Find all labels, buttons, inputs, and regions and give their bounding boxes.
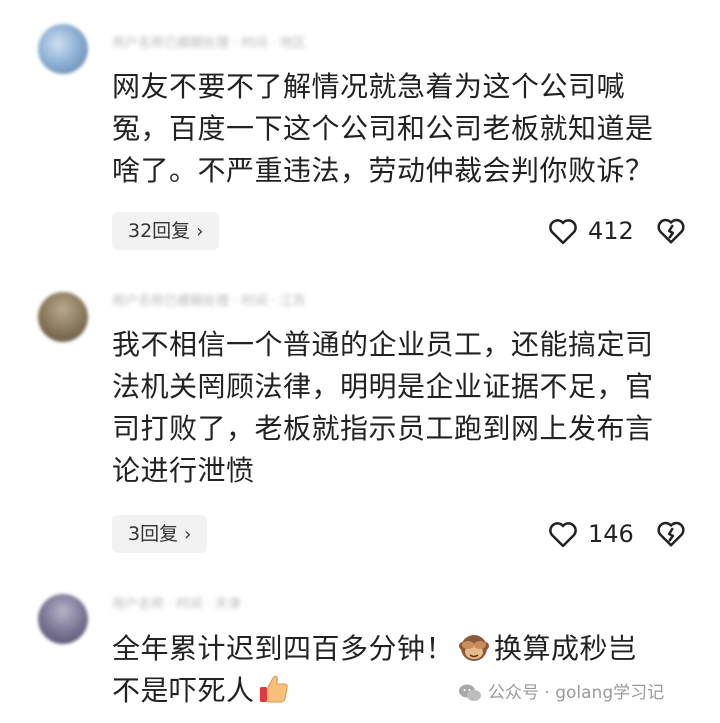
comment-text-segment: 全年累计迟到四百多分钟！ (112, 632, 455, 665)
comment-line: 我不相信一个普通的企业员工，还能搞定司 (112, 328, 654, 361)
chevron-right-icon: › (196, 221, 204, 242)
comment-line: 啥了。不严重违法，劳动仲裁会判你败诉？ (112, 154, 654, 187)
avatar[interactable] (38, 594, 88, 644)
avatar[interactable] (38, 24, 88, 74)
view-replies-button[interactable]: 32回复 › (112, 212, 220, 250)
comment-line: 司打败了，老板就指示员工跑到网上发布言 (112, 412, 654, 445)
view-replies-button[interactable]: 3回复 › (112, 515, 208, 553)
wechat-icon (459, 684, 481, 701)
like-count: 146 (588, 520, 634, 548)
broken-heart-icon[interactable] (656, 519, 686, 549)
comment-line: 论进行泄愤 (112, 454, 255, 487)
comment-text-segment: 不是吓死人 (112, 674, 255, 707)
comment-line: 全年累计迟到四百多分钟！ 换算成秒岂 (112, 628, 697, 670)
avatar[interactable] (38, 292, 88, 342)
comment-text: 我不相信一个普通的企业员工，还能搞定司 法机关罔顾法律，明明是企业证据不足，官 … (112, 324, 697, 492)
comment-meta: 用户名称已模糊处理 · 时间 · 地区 (112, 36, 306, 51)
like-count: 412 (588, 217, 634, 245)
like-button[interactable]: 412 (548, 212, 634, 250)
watermark: 公众号 · golang学习记 (458, 678, 664, 708)
broken-heart-icon[interactable] (656, 216, 686, 246)
comment-line: 网友不要不了解情况就急着为这个公司喊 (112, 70, 626, 103)
reply-count: 3回复 (128, 523, 179, 545)
see-no-evil-monkey-emoji (459, 635, 490, 661)
comment-text-segment: 换算成秒岂 (494, 632, 637, 665)
heart-outline-icon (549, 219, 577, 245)
comment-meta: 用户名称已模糊处理 · 时间 · 江苏 (112, 294, 306, 309)
comment-line: 法机关罔顾法律，明明是企业证据不足，官 (112, 370, 654, 403)
comment-text: 网友不要不了解情况就急着为这个公司喊 冤，百度一下这个公司和公司老板就知道是 啥… (112, 66, 697, 192)
thumbs-up-emoji (259, 675, 288, 703)
comment-line: 冤，百度一下这个公司和公司老板就知道是 (112, 112, 654, 145)
reply-count: 32回复 (128, 220, 191, 242)
comment-meta: 用户名称 · 时间 · 天津 (112, 597, 241, 612)
heart-outline-icon (549, 522, 577, 548)
watermark-text: 公众号 · golang学习记 (488, 683, 665, 703)
chevron-right-icon: › (184, 524, 192, 545)
like-button[interactable]: 146 (548, 515, 634, 553)
